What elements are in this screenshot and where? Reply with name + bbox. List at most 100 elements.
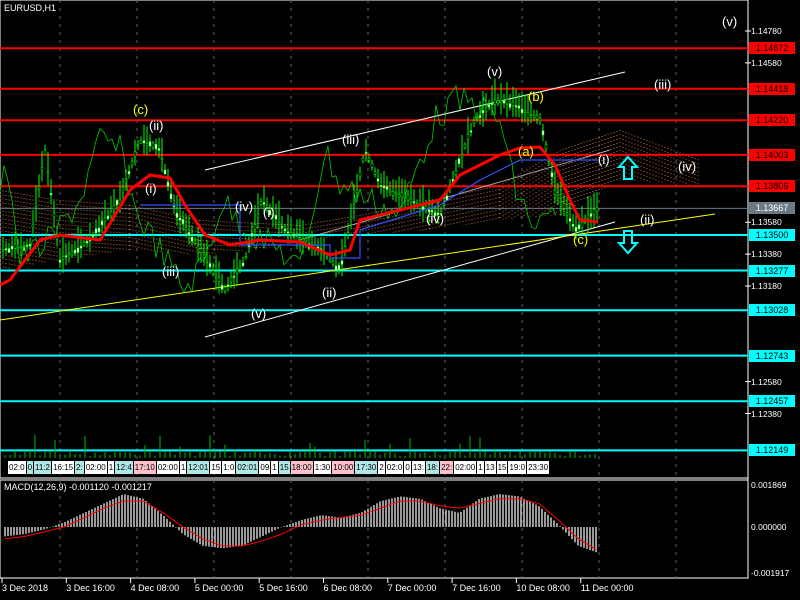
candle-body [52,212,56,218]
candle-body [298,237,302,240]
time-marker: 2: [75,461,84,474]
candle-body [499,99,503,103]
wave-label: (a) [518,144,534,159]
time-marker: 17:10 [133,461,156,474]
time-marker-strip: 02:0 0 11:2 16:15 2: 02:00 1 12:4 17:10 02:00 1 12:… [8,461,744,474]
time-marker: 02:00 [156,461,179,474]
candle-body [340,260,344,265]
support-price-label: 1.12743 [749,349,795,362]
candle-body [151,142,155,148]
candle-body [400,192,404,198]
candle-body [148,141,152,147]
candle-body [376,178,380,182]
price-chart[interactable] [0,0,800,600]
candle-body [277,221,281,225]
wave-label: (iv) [426,211,445,226]
candle-body [163,169,167,175]
candle-body [355,189,359,193]
candle-body [112,205,116,210]
candle-body [535,115,539,120]
candle-body [346,232,350,235]
candle-body [136,145,140,148]
candle-body [508,103,512,108]
candle-body [586,215,590,220]
time-marker: 1 [107,461,115,474]
candle-body [538,117,542,122]
candle-body [367,157,371,161]
time-tick-label: 6 Dec 08:00 [323,583,373,593]
candle-body [40,167,44,171]
candle-body [550,172,554,178]
candle-body [463,143,467,148]
support-price-label: 1.12149 [749,444,795,457]
wave-label: (v) [722,14,738,29]
time-marker: 16:15 [52,461,75,474]
time-tick-label: 5 Dec 00:00 [194,583,244,593]
time-tick-label: 11 Dec 00:00 [580,583,634,593]
candle-body [421,206,425,211]
candle-body [4,248,8,251]
macd-signal-line [4,498,597,550]
candle-body [232,275,236,278]
candle-body [109,211,113,217]
candle-body [442,203,446,206]
resistance-price-label: 1.14003 [749,148,795,161]
candle-body [283,228,287,232]
candle-body [61,256,65,260]
time-marker: 17:30 [355,461,378,474]
support-price-label: 1.13028 [749,304,795,317]
candle-body [526,112,530,118]
time-marker: 15 [278,461,290,474]
time-tick-label: 7 Dec 16:00 [452,583,501,593]
candle-body [46,171,50,174]
candle-body [460,154,464,158]
candle-body [175,212,179,218]
candle-body [169,193,173,199]
candle-body [385,186,389,190]
candle-body [250,232,254,237]
candle-body [142,140,146,144]
candle-body [103,217,107,222]
macd-label: MACD(12,26,9) -0.001120 -0.001217 [4,482,152,492]
candle-body [577,224,581,230]
candle-body [31,223,35,228]
candle-body [388,189,392,193]
candle-body [406,194,410,201]
candle-body [208,263,212,268]
candle-body [145,143,149,146]
candle-body [562,203,566,209]
candle-body [91,234,95,238]
candle-body [553,189,557,195]
candle-body [379,185,383,187]
candle-body [202,254,206,258]
candle-body [505,98,509,105]
wave-label: (i) [145,181,157,196]
time-marker: 15 [210,461,222,474]
candle-body [235,268,239,274]
candle-body [205,260,209,263]
wave-label: (v) [251,306,267,321]
candle-body [358,171,362,177]
time-tick-label: 5 Dec 16:00 [259,583,308,593]
candle-body [517,105,521,109]
candle-body [349,217,353,220]
candle-body [43,149,47,155]
arrow-up-icon [616,155,640,180]
candle-body [373,171,377,175]
candle-body [154,143,158,150]
candle-body [490,102,494,105]
candle-body [289,232,293,235]
candle-body [25,244,29,247]
candle-body [391,191,395,196]
candle-body [37,186,41,190]
candle-body [595,207,599,213]
candle-body [280,225,284,228]
candle-body [541,130,545,136]
candle-body [337,264,341,271]
moving-average-line [0,145,599,287]
wave-label: (b) [528,89,544,104]
main-pane-frame [0,0,749,479]
candle-body [568,218,572,222]
time-marker: 11:2 [34,461,52,474]
wave-label: (iv) [235,199,254,214]
